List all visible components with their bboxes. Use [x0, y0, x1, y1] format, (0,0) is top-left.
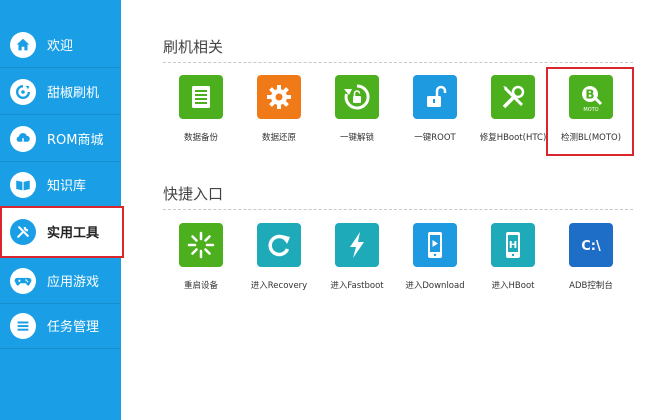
- recovery-icon: [257, 223, 301, 267]
- wrench-screwdriver-icon: [491, 75, 535, 119]
- sidebar-item-label: 欢迎: [47, 39, 74, 54]
- tool-label: 一键解锁: [339, 133, 374, 143]
- lightning-icon: [335, 223, 379, 267]
- selection-highlight: [546, 67, 634, 156]
- tool-label: 重启设备: [183, 281, 218, 291]
- phone-h-icon: H: [491, 223, 535, 267]
- unlock-circle-icon: [335, 75, 379, 119]
- padlock-icon: [413, 75, 457, 119]
- tool-one-click-unlock[interactable]: 一键解锁: [318, 75, 396, 165]
- console-icon: C:\: [569, 223, 613, 267]
- tool-enter-recovery[interactable]: 进入Recovery: [240, 223, 318, 313]
- gamepad-icon: [10, 267, 36, 294]
- tool-label: 进入Download: [405, 281, 465, 291]
- sidebar-item-task-manager[interactable]: 任务管理: [0, 303, 121, 349]
- section-title-flash: 刷机相关: [163, 38, 224, 56]
- tool-enter-download[interactable]: 进入Download: [396, 223, 474, 313]
- tool-enter-hboot[interactable]: H 进入HBoot: [474, 223, 552, 313]
- gear-icon: [257, 75, 301, 119]
- tool-one-click-root[interactable]: 一键ROOT: [396, 75, 474, 165]
- book-icon: [10, 171, 36, 198]
- sidebar-item-rom-store[interactable]: ROM商城: [0, 116, 121, 162]
- sidebar-item-label: 实用工具: [47, 226, 100, 241]
- phone-download-icon: [413, 223, 457, 267]
- sidebar: 欢迎 甜椒刷机 ROM商城 知识库 实用工具 应用游戏 任务管理: [0, 0, 124, 420]
- tool-data-restore[interactable]: 数据还原: [240, 75, 318, 165]
- home-icon: [10, 31, 36, 58]
- list-icon: [10, 312, 36, 339]
- tool-label: 数据还原: [261, 133, 296, 143]
- tool-label: ADB控制台: [569, 281, 613, 291]
- tool-label: 一键ROOT: [414, 133, 456, 143]
- tool-restart-device[interactable]: 重启设备: [162, 223, 240, 313]
- tool-adb-console[interactable]: C:\ ADB控制台: [552, 223, 630, 313]
- tool-label: 进入Fastboot: [330, 281, 384, 291]
- tool-label: 修复HBoot(HTC): [479, 133, 547, 143]
- section-divider: [163, 62, 633, 63]
- sidebar-item-welcome[interactable]: 欢迎: [0, 22, 121, 68]
- sidebar-item-apps-games[interactable]: 应用游戏: [0, 258, 121, 304]
- tool-data-backup[interactable]: 数据备份: [162, 75, 240, 165]
- cloud-download-icon: [10, 125, 36, 152]
- svg-text:H: H: [509, 240, 517, 251]
- section-divider: [163, 209, 633, 210]
- tool-label: 数据备份: [183, 133, 218, 143]
- sidebar-item-label: ROM商城: [47, 133, 104, 148]
- restart-icon: [179, 223, 223, 267]
- tool-label: 进入Recovery: [250, 281, 308, 291]
- tool-enter-fastboot[interactable]: 进入Fastboot: [318, 223, 396, 313]
- tools-icon: [10, 218, 36, 245]
- console-text: C:\: [581, 239, 601, 254]
- sidebar-item-tools[interactable]: 实用工具: [0, 206, 124, 258]
- tool-fix-hboot[interactable]: 修复HBoot(HTC): [474, 75, 552, 165]
- section-title-shortcuts: 快捷入口: [163, 185, 224, 203]
- sidebar-item-label: 甜椒刷机: [47, 86, 100, 101]
- sidebar-item-flash[interactable]: 甜椒刷机: [0, 69, 121, 115]
- sidebar-item-label: 任务管理: [47, 320, 100, 335]
- document-icon: [179, 75, 223, 119]
- sidebar-item-knowledge[interactable]: 知识库: [0, 162, 121, 208]
- sidebar-item-label: 应用游戏: [47, 275, 100, 290]
- tool-label: 进入HBoot: [491, 281, 535, 291]
- sidebar-item-label: 知识库: [47, 179, 87, 194]
- refresh-icon: [10, 78, 36, 105]
